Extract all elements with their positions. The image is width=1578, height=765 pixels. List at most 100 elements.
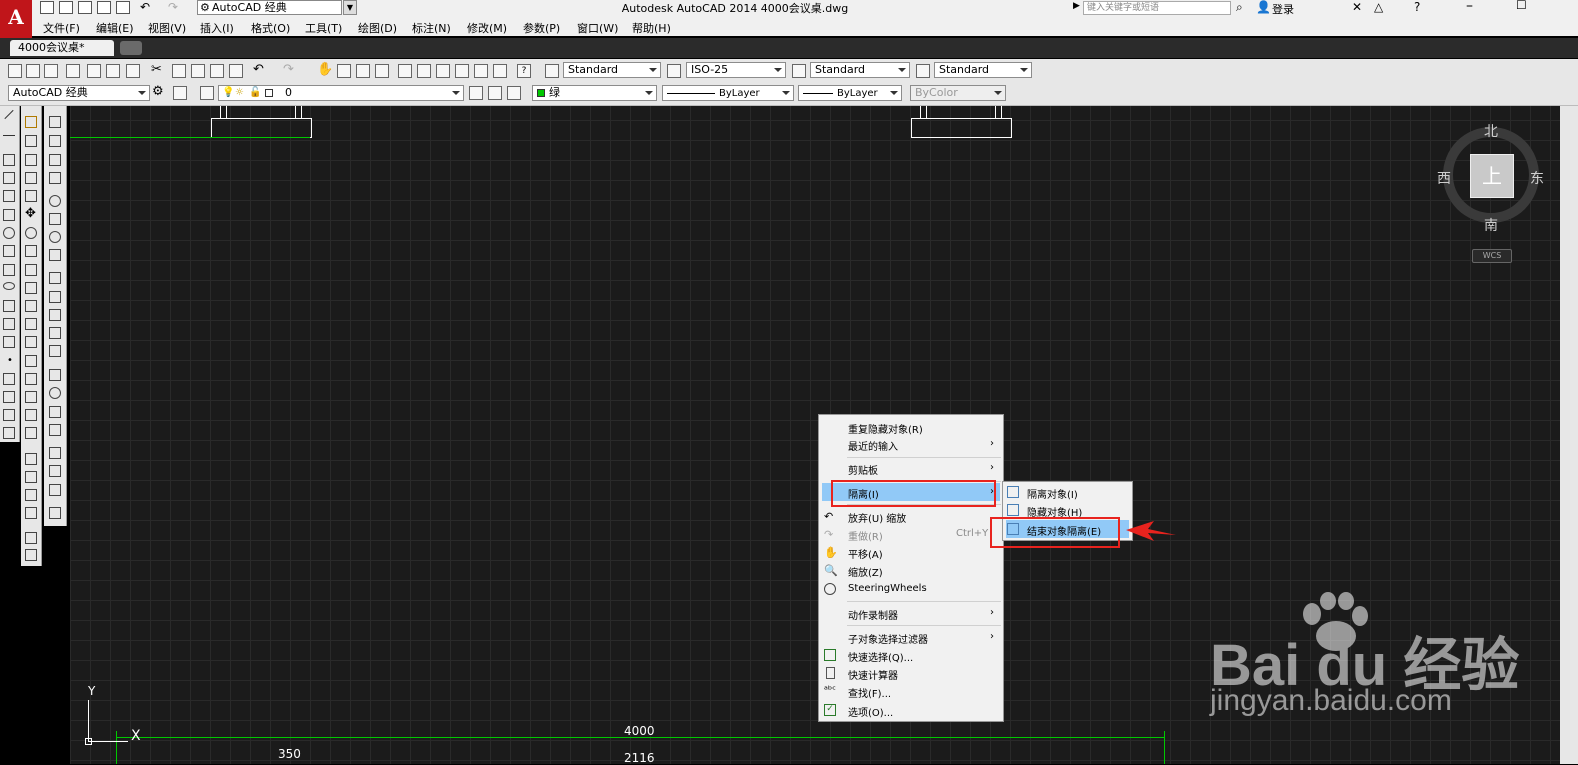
- polygon-icon[interactable]: [3, 172, 15, 184]
- diameter-dim-icon[interactable]: [49, 231, 61, 243]
- undo-icon[interactable]: ↶: [253, 62, 264, 77]
- menu-item-undo-zoom[interactable]: 放弃(U) 缩放: [848, 510, 906, 525]
- tolerance-icon[interactable]: [49, 369, 61, 381]
- 3d-print-icon[interactable]: [126, 64, 140, 78]
- quickcalc-icon[interactable]: [493, 64, 507, 78]
- block-editor-icon[interactable]: [229, 64, 243, 78]
- design-center-icon[interactable]: [417, 64, 431, 78]
- compass-east[interactable]: 东: [1530, 168, 1544, 188]
- expand-search-icon[interactable]: ▶: [1073, 1, 1080, 11]
- region-icon[interactable]: [3, 409, 15, 421]
- new-icon[interactable]: [40, 1, 54, 14]
- linetype-select[interactable]: ByLayer: [662, 85, 794, 101]
- break-at-point-icon[interactable]: [25, 318, 37, 330]
- markup-icon[interactable]: [474, 64, 488, 78]
- menu-parameters[interactable]: 参数(P): [523, 20, 560, 36]
- explode-icon[interactable]: [25, 427, 37, 439]
- submenu-item-isolate-objects[interactable]: 隔离对象(I): [1027, 486, 1078, 501]
- menu-help[interactable]: 帮助(H): [632, 20, 671, 36]
- properties-icon[interactable]: [398, 64, 412, 78]
- login-link[interactable]: 登录: [1272, 1, 1294, 17]
- table-style-icon[interactable]: [792, 64, 806, 78]
- array-icon[interactable]: [25, 190, 37, 202]
- arc-length-icon[interactable]: [49, 154, 61, 166]
- workspace-settings-icon[interactable]: [173, 86, 187, 100]
- save-icon[interactable]: [44, 64, 58, 78]
- blend-icon[interactable]: [25, 409, 37, 421]
- revcloud-icon[interactable]: [3, 245, 15, 257]
- lineweight-select[interactable]: ByLayer: [798, 85, 902, 101]
- hatch-icon[interactable]: [3, 373, 15, 385]
- erase-icon[interactable]: [25, 116, 37, 128]
- sheet-set-icon[interactable]: [455, 64, 469, 78]
- make-current-icon[interactable]: [469, 86, 483, 100]
- draworder-front-icon[interactable]: [25, 453, 37, 465]
- undo-icon[interactable]: ↶: [140, 0, 150, 14]
- draworder-above-icon[interactable]: [25, 489, 37, 501]
- menu-item-subobject-filter[interactable]: 子对象选择过滤器: [848, 631, 928, 646]
- workspace-select[interactable]: ⚙ AutoCAD 经典: [197, 0, 342, 15]
- menu-tools[interactable]: 工具(T): [305, 20, 342, 36]
- text-front-icon[interactable]: [25, 532, 37, 544]
- rotate-icon[interactable]: [25, 227, 37, 239]
- text-style-icon[interactable]: [545, 64, 559, 78]
- menu-view[interactable]: 视图(V): [148, 20, 186, 36]
- ordinate-dim-icon[interactable]: [49, 172, 61, 184]
- gear-icon[interactable]: ⚙: [152, 84, 164, 99]
- mleader-style-select[interactable]: Standard: [934, 62, 1032, 78]
- search-input[interactable]: 键入关键字或短语: [1083, 1, 1231, 15]
- dim-style-icon[interactable]: [667, 64, 681, 78]
- chevron-down-icon[interactable]: ▼: [343, 0, 357, 15]
- menu-item-quick-select[interactable]: 快速选择(Q)...: [848, 649, 913, 664]
- add-selected-icon[interactable]: ●₊: [3, 462, 17, 473]
- publish-icon[interactable]: [106, 64, 120, 78]
- text-style-select[interactable]: Standard: [563, 62, 661, 78]
- save-icon[interactable]: [78, 1, 92, 14]
- menu-draw[interactable]: 绘图(D): [358, 20, 397, 36]
- mleader-style-icon[interactable]: [916, 64, 930, 78]
- hatch-back-icon[interactable]: [25, 549, 37, 561]
- jogged-linear-icon[interactable]: [49, 424, 61, 436]
- copy-object-icon[interactable]: [25, 135, 37, 147]
- layer-select[interactable]: 💡 ☼ 🔓 0: [218, 85, 464, 101]
- preview-icon[interactable]: [87, 64, 101, 78]
- dim-text-edit-icon[interactable]: [49, 465, 61, 477]
- dim-style-icon[interactable]: [49, 507, 61, 519]
- copy-icon[interactable]: [172, 64, 186, 78]
- cut-icon[interactable]: ✂: [151, 62, 162, 77]
- mirror-icon[interactable]: [25, 154, 37, 166]
- user-icon[interactable]: 👤: [1256, 0, 1271, 14]
- compass-north[interactable]: 北: [1484, 121, 1498, 141]
- radius-dim-icon[interactable]: [49, 195, 61, 207]
- help-icon[interactable]: ?: [1414, 0, 1420, 14]
- center-mark-icon[interactable]: [49, 387, 61, 399]
- menu-item-zoom[interactable]: 缩放(Z): [848, 564, 883, 579]
- dim-space-icon[interactable]: [49, 327, 61, 339]
- stretch-icon[interactable]: [25, 264, 37, 276]
- maximize-icon[interactable]: ☐: [1516, 0, 1527, 12]
- chamfer-icon[interactable]: [25, 373, 37, 385]
- offset-icon[interactable]: [25, 172, 37, 184]
- tab-document[interactable]: 4000会议桌*: [10, 40, 114, 56]
- match-properties-icon[interactable]: [210, 64, 224, 78]
- construction-line-icon[interactable]: [3, 135, 15, 147]
- menu-item-quickcalc[interactable]: 快速计算器: [848, 667, 898, 682]
- menu-file[interactable]: 文件(F): [43, 20, 80, 36]
- extend-icon[interactable]: [25, 300, 37, 312]
- menu-item-find[interactable]: 查找(F)...: [848, 685, 891, 700]
- polyline-icon[interactable]: [3, 154, 15, 166]
- zoom-realtime-icon[interactable]: [337, 64, 351, 78]
- minimize-icon[interactable]: –: [1466, 0, 1473, 14]
- layer-state-icon[interactable]: [507, 86, 521, 100]
- dim-style-select[interactable]: ISO-25: [686, 62, 786, 78]
- fillet-icon[interactable]: [25, 391, 37, 403]
- zoom-previous-icon[interactable]: [375, 64, 389, 78]
- inspection-icon[interactable]: [49, 406, 61, 418]
- layer-previous-icon[interactable]: [488, 86, 502, 100]
- baseline-dim-icon[interactable]: [49, 291, 61, 303]
- gradient-icon[interactable]: [3, 391, 15, 403]
- save-as-icon[interactable]: [97, 1, 111, 14]
- dim-update-icon[interactable]: [49, 484, 61, 496]
- new-tab-button[interactable]: [120, 41, 142, 55]
- trim-icon[interactable]: [25, 282, 37, 294]
